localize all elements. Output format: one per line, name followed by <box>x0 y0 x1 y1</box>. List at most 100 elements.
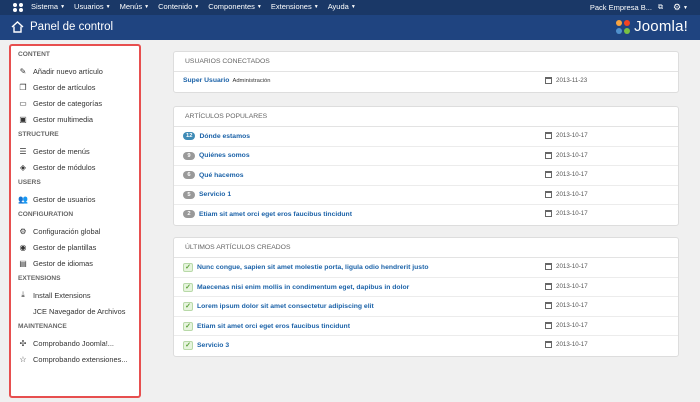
date-text: 2013-10-17 <box>556 282 588 290</box>
list-icon: ☰ <box>19 146 27 156</box>
article-title: Dónde estamos <box>199 132 251 140</box>
site-name-link[interactable]: Pack Empresa B... <box>590 3 652 12</box>
joomla-logo-icon <box>616 19 631 34</box>
latest-articles-panel: ÚLTIMOS ARTÍCULOS CREADOS ✓ Nunc congue, … <box>173 237 679 357</box>
article-link[interactable]: ✓ Etiam sit amet orci eget eros faucibus … <box>183 321 350 331</box>
article-title: Nunc congue, sapien sit amet molestie po… <box>197 264 429 271</box>
article-link[interactable]: 2 Etiam sit amet orci eget eros faucibus … <box>183 210 352 218</box>
menu-label: Extensiones <box>270 2 312 11</box>
sidebar-item-users[interactable]: 👥 Gestor de usuarios <box>18 191 139 207</box>
menu-label: Contenido <box>158 2 193 11</box>
article-title: Quiénes somos <box>199 152 250 159</box>
user-role: Administración <box>232 77 271 84</box>
sidebar-item-label: Gestor de módulos <box>33 162 96 172</box>
sidebar-item-menus[interactable]: ☰ Gestor de menús <box>18 143 139 159</box>
sidebar-item-check-joomla[interactable]: ✣ Comprobando Joomla!... <box>18 335 139 351</box>
calendar-icon <box>545 77 552 84</box>
sidebar: CONTENT ✎ Añadir nuevo artículo ❐ Gestor d… <box>9 44 141 398</box>
sidebar-heading: CONTENT <box>18 51 50 58</box>
article-link[interactable]: 12 Dónde estamos <box>183 132 250 140</box>
sidebar-item-articles[interactable]: ❐ Gestor de artículos <box>18 79 139 95</box>
menu-sistema[interactable]: Sistema ▼ <box>31 2 65 11</box>
article-title: Lorem ipsum dolor sit amet consectetur a… <box>197 303 374 310</box>
popular-articles-panel: ARTÍCULOS POPULARES 12 Dónde estamos 2013… <box>173 106 679 226</box>
article-link[interactable]: 9 Quiénes somos <box>183 151 250 160</box>
sidebar-item-label: Configuración global <box>33 226 101 236</box>
menu-ayuda[interactable]: Ayuda ▼ <box>328 2 356 11</box>
joomla-logo-icon[interactable] <box>12 2 24 13</box>
calendar-icon <box>545 341 552 348</box>
main-menu: Sistema ▼ Usuarios ▼ Menús ▼ Contenido ▼ Com… <box>31 2 365 11</box>
date-text: 2013-10-17 <box>556 210 588 217</box>
sidebar-group-maintenance: MAINTENANCE ✣ Comprobando Joomla!... ☆ Com… <box>18 323 139 367</box>
row-date: 2013-10-17 <box>545 132 588 139</box>
calendar-icon <box>545 151 552 159</box>
menu-usuarios[interactable]: Usuarios ▼ <box>74 2 111 11</box>
panel-title: ÚLTIMOS ARTÍCULOS CREADOS <box>174 238 678 258</box>
user-link[interactable]: Super Usuario Administración <box>183 77 271 84</box>
gear-icon[interactable]: ⚙ <box>673 2 681 13</box>
article-link[interactable]: ✓ Servicio 3 <box>183 341 229 350</box>
table-row: 5 Servicio 1 2013-10-17 <box>174 186 678 205</box>
row-date: 2013-10-17 <box>545 210 588 217</box>
brand-text: Joomla! <box>634 18 688 35</box>
sidebar-item-modules[interactable]: ◈ Gestor de módulos <box>18 159 139 175</box>
sidebar-heading: MAINTENANCE <box>18 323 67 330</box>
date-text: 2013-10-17 <box>556 321 588 329</box>
article-title: Etiam sit amet orci eget eros faucibus t… <box>197 322 350 330</box>
date-text: 2013-10-17 <box>556 190 588 198</box>
sidebar-heading: STRUCTURE <box>18 131 59 138</box>
sidebar-item-label: Gestor de plantillas <box>33 242 97 252</box>
article-title: Servicio 3 <box>197 342 230 349</box>
article-link[interactable]: ✓ Nunc congue, sapien sit amet molestie p… <box>183 263 429 272</box>
sidebar-item-label: Gestor multimedia <box>33 114 93 124</box>
menu-extensiones[interactable]: Extensiones ▼ <box>271 2 319 11</box>
sidebar-item-jce[interactable]: JCE Navegador de Archivos <box>18 303 139 319</box>
row-date: 2013-10-17 <box>545 171 588 178</box>
logged-users-panel: USUARIOS CONECTADOS Super Usuario Adminis… <box>173 51 679 93</box>
caret-down-icon[interactable]: ▼ <box>683 5 688 11</box>
row-date: 2013-10-17 <box>545 341 588 348</box>
caret-down-icon: ▼ <box>105 4 111 10</box>
users-icon: 👥 <box>18 194 28 204</box>
date-text: 2013-10-17 <box>556 151 588 159</box>
menu-menus[interactable]: Menús ▼ <box>120 2 149 11</box>
table-row: 12 Dónde estamos 2013-10-17 <box>174 127 678 147</box>
sidebar-item-add-article[interactable]: ✎ Añadir nuevo artículo <box>18 63 139 79</box>
article-link[interactable]: ✓ Maecenas nisi enim mollis in condimentu… <box>183 282 410 292</box>
article-title: Maecenas nisi enim mollis in condimentum… <box>197 283 410 291</box>
sidebar-item-categories[interactable]: ▭ Gestor de categorías <box>18 95 139 111</box>
sidebar-item-install[interactable]: ⤓ Install Extensions <box>18 287 139 303</box>
row-date: 2013-10-17 <box>545 151 588 159</box>
menu-componentes[interactable]: Componentes ▼ <box>208 2 262 11</box>
table-row: ✓ Lorem ipsum dolor sit amet consectetur … <box>174 297 678 317</box>
sidebar-item-check-extensions[interactable]: ☆ Comprobando extensiones... <box>18 351 139 367</box>
external-link-icon[interactable]: ⧉ <box>658 4 663 12</box>
sidebar-group-content: CONTENT ✎ Añadir nuevo artículo ❐ Gestor d… <box>18 51 139 127</box>
home-icon <box>11 21 24 33</box>
sidebar-item-global-config[interactable]: ⚙ Configuración global <box>18 223 139 239</box>
date-text: 2013-10-17 <box>556 341 588 348</box>
joomla-brand: Joomla! <box>615 18 688 35</box>
menu-label: Componentes <box>208 2 255 11</box>
menu-contenido[interactable]: Contenido ▼ <box>158 2 199 11</box>
article-link[interactable]: 5 Servicio 1 <box>183 190 231 199</box>
sidebar-item-label: Añadir nuevo artículo <box>33 66 103 76</box>
sidebar-item-media[interactable]: ▣ Gestor multimedia <box>18 111 139 127</box>
sidebar-item-label: Gestor de artículos <box>33 82 96 92</box>
article-link[interactable]: 6 Qué hacemos <box>183 171 244 179</box>
article-link[interactable]: ✓ Lorem ipsum dolor sit amet consectetur … <box>183 302 374 311</box>
sidebar-item-label: Comprobando Joomla!... <box>33 338 114 348</box>
row-date: 2013-10-17 <box>545 321 588 329</box>
star-icon: ☆ <box>19 354 27 364</box>
row-date: 2013-10-17 <box>545 190 588 198</box>
calendar-icon <box>545 132 552 139</box>
sidebar-item-templates[interactable]: ◉ Gestor de plantillas <box>18 239 139 255</box>
sidebar-item-languages[interactable]: ▤ Gestor de idiomas <box>18 255 139 271</box>
page-title: Panel de control <box>30 21 114 33</box>
sidebar-group-configuration: CONFIGURATION ⚙ Configuración global ◉ Ges… <box>18 211 139 271</box>
user-name: Super Usuario <box>183 77 230 84</box>
sidebar-item-label: Install Extensions <box>33 290 91 300</box>
date-text: 2013-10-17 <box>556 263 588 270</box>
hits-badge: 6 <box>183 171 195 179</box>
